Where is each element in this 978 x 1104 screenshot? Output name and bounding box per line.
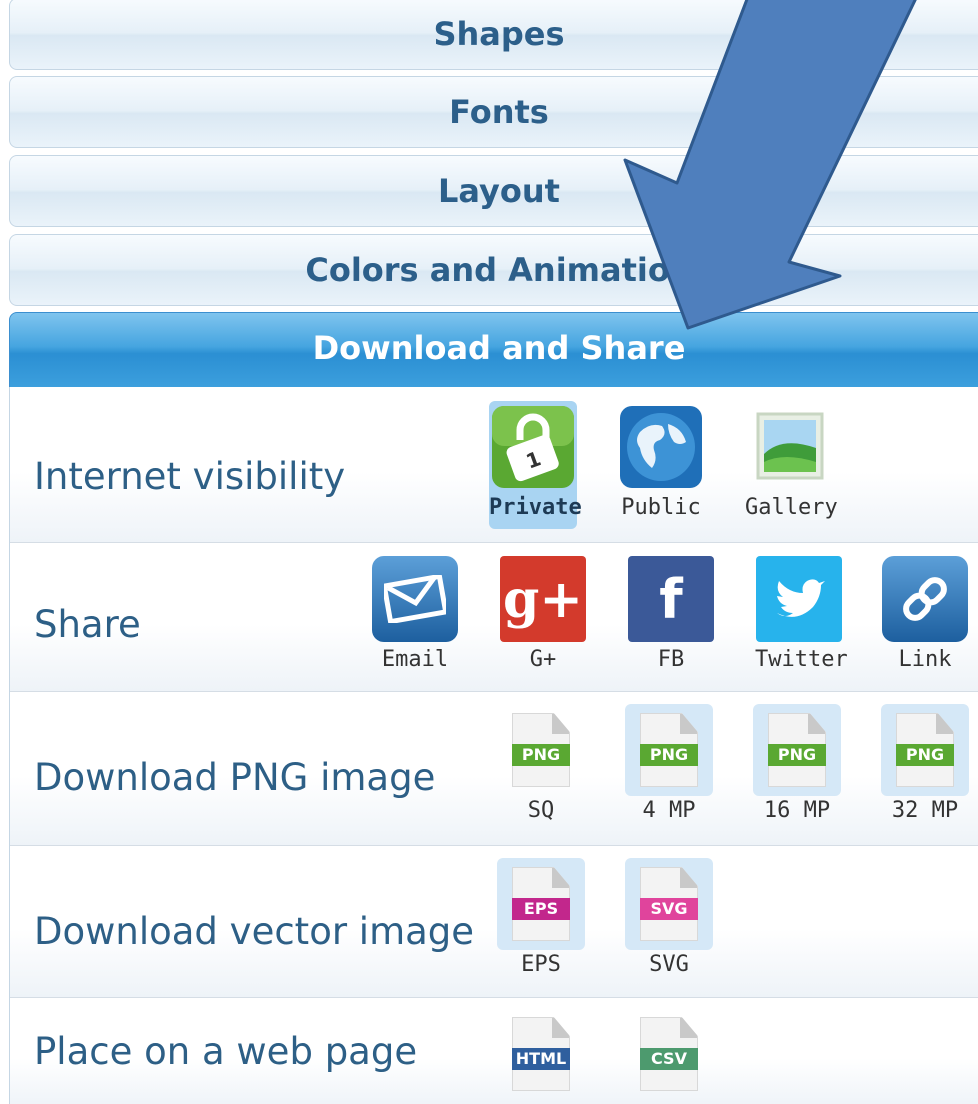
envelope-icon — [371, 553, 459, 645]
email-caption: Email — [381, 647, 449, 672]
eps-option[interactable]: EPS EPS — [497, 858, 585, 986]
link-caption: Link — [898, 647, 952, 672]
visibility-row: Internet visibility 1 Private Public Gal… — [10, 387, 978, 543]
gplus-caption: G+ — [529, 647, 557, 672]
html-option[interactable]: HTML — [497, 1008, 585, 1100]
accordion-header-fonts[interactable]: Fonts — [9, 76, 978, 148]
csv-option[interactable]: CSV — [625, 1008, 713, 1100]
png-sq-option[interactable]: PNG SQ — [497, 704, 585, 832]
png-4mp-option[interactable]: PNG 4 MP — [625, 704, 713, 832]
gplus-share-option[interactable]: g+ G+ — [499, 553, 587, 681]
web-row: Place on a web page HTML CSV — [10, 998, 978, 1104]
accordion-header-layout[interactable]: Layout — [9, 155, 978, 227]
png-16mp-caption: 16 MP — [763, 798, 831, 823]
share-row: Share Email g+ G+ f FB Twitter Link — [10, 543, 978, 692]
twitter-caption: Twitter — [755, 647, 848, 672]
private-caption: Private — [489, 495, 582, 520]
twitter-share-option[interactable]: Twitter — [755, 553, 848, 681]
link-share-option[interactable]: Link — [881, 553, 969, 681]
png-sq-caption: SQ — [527, 798, 555, 823]
gallery-caption: Gallery — [745, 495, 838, 520]
svg-file-icon: SVG — [625, 858, 713, 950]
email-share-option[interactable]: Email — [371, 553, 459, 681]
png-32mp-option[interactable]: PNG 32 MP — [881, 704, 969, 832]
facebook-share-option[interactable]: f FB — [627, 553, 715, 681]
png-file-icon: PNG — [753, 704, 841, 796]
png-row: Download PNG image PNG SQ PNG 4 MP PNG 1… — [10, 692, 978, 846]
png-32mp-caption: 32 MP — [891, 798, 959, 823]
globe-icon — [617, 401, 705, 493]
eps-file-icon: EPS — [497, 858, 585, 950]
lock-icon: 1 — [489, 401, 577, 493]
png-file-icon: PNG — [625, 704, 713, 796]
png-4mp-caption: 4 MP — [642, 798, 696, 823]
web-label: Place on a web page — [34, 1030, 418, 1073]
accordion-header-shapes[interactable]: Shapes — [9, 0, 978, 70]
csv-file-icon: CSV — [625, 1008, 713, 1100]
private-option[interactable]: 1 Private — [489, 401, 582, 529]
png-file-icon: PNG — [881, 704, 969, 796]
png-label: Download PNG image — [34, 756, 436, 799]
svg-option[interactable]: SVG SVG — [625, 858, 713, 986]
gallery-icon — [745, 401, 833, 493]
chain-link-icon — [881, 553, 969, 645]
vector-row: Download vector image EPS EPS SVG SVG — [10, 846, 978, 998]
google-plus-icon: g+ — [499, 553, 587, 645]
vector-label: Download vector image — [34, 910, 475, 953]
public-option[interactable]: Public — [617, 401, 705, 529]
facebook-caption: FB — [657, 647, 685, 672]
facebook-icon: f — [627, 553, 715, 645]
twitter-icon — [755, 553, 843, 645]
public-caption: Public — [621, 495, 701, 520]
download-share-panel: Internet visibility 1 Private Public Gal… — [9, 387, 978, 1104]
accordion-header-download[interactable]: Download and Share — [9, 312, 978, 388]
accordion-header-colors[interactable]: Colors and Animation — [9, 234, 978, 306]
png-file-icon: PNG — [497, 704, 585, 796]
share-label: Share — [34, 603, 141, 646]
gallery-option[interactable]: Gallery — [745, 401, 838, 529]
svg-caption: SVG — [649, 952, 689, 977]
html-file-icon: HTML — [497, 1008, 585, 1100]
png-16mp-option[interactable]: PNG 16 MP — [753, 704, 841, 832]
visibility-label: Internet visibility — [34, 455, 346, 498]
eps-caption: EPS — [521, 952, 561, 977]
